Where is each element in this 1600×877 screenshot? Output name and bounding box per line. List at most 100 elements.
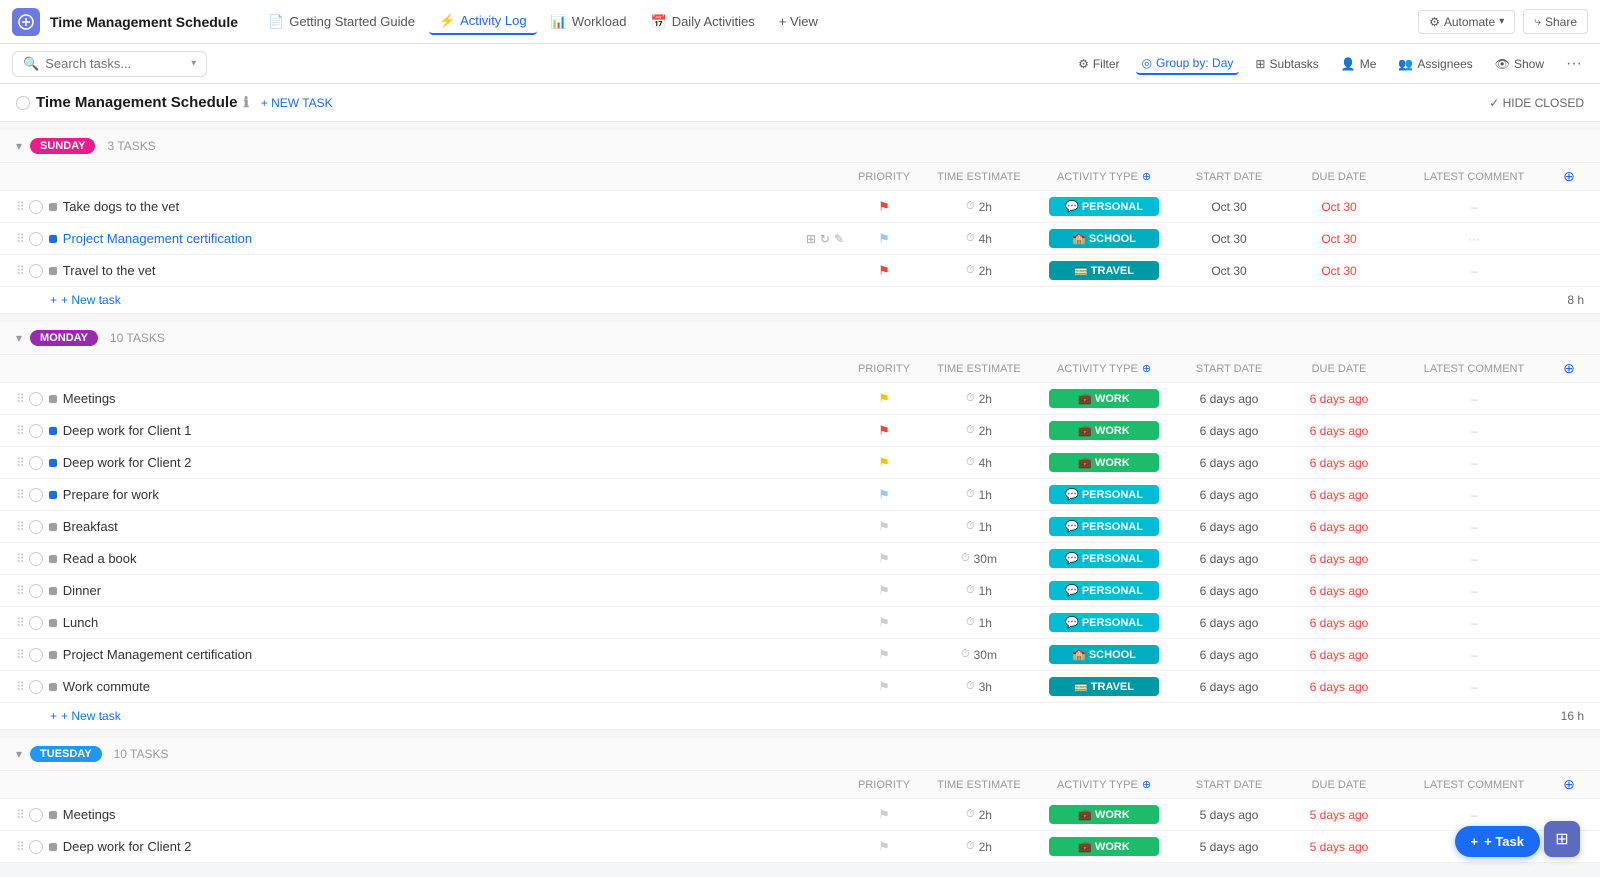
me-button[interactable]: 👤 Me [1335, 54, 1383, 74]
priority-flag-blue[interactable]: ⚑ [878, 231, 890, 247]
priority-flag-yellow[interactable]: ⚑ [878, 455, 890, 471]
tab-view[interactable]: + View [769, 10, 828, 33]
info-icon[interactable]: ℹ [243, 94, 248, 111]
task-latest-comment: – [1394, 520, 1554, 534]
priority-flag-gray[interactable]: ⚑ [878, 647, 890, 663]
filter-button[interactable]: ⚙ Filter [1072, 54, 1125, 74]
activity-info-icon-mon[interactable]: ⊕ [1142, 362, 1151, 375]
task-checkbox[interactable] [29, 200, 43, 214]
drag-handle[interactable]: ⠿ [16, 456, 25, 470]
group-tuesday-header: ▾ TUESDAY 10 TASKS [0, 738, 1600, 771]
hide-closed-button[interactable]: ✓ HIDE CLOSED [1489, 96, 1584, 110]
task-checkbox[interactable] [29, 232, 43, 246]
collapse-sunday-button[interactable]: ▾ [16, 139, 22, 153]
collapse-monday-button[interactable]: ▾ [16, 331, 22, 345]
priority-flag-red[interactable]: ⚑ [878, 423, 890, 439]
task-checkbox[interactable] [29, 840, 43, 854]
drag-handle[interactable]: ⠿ [16, 392, 25, 406]
priority-flag-gray[interactable]: ⚑ [878, 679, 890, 695]
edit-icon[interactable]: ✎ [834, 232, 844, 246]
assignees-button[interactable]: 👥 Assignees [1392, 54, 1478, 74]
col-activity-header-tue: ACTIVITY TYPE ⊕ [1034, 778, 1174, 791]
drag-handle[interactable]: ⠿ [16, 264, 25, 278]
task-checkbox[interactable] [29, 520, 43, 534]
task-checkbox[interactable] [29, 488, 43, 502]
priority-flag-blue[interactable]: ⚑ [878, 487, 890, 503]
col-add-tuesday[interactable]: ⊕ [1554, 776, 1584, 793]
drag-handle[interactable]: ⠿ [16, 232, 25, 246]
toolbar-right: ⚙ Filter ◎ Group by: Day ⊞ Subtasks 👤 Me… [1072, 52, 1588, 76]
task-checkbox[interactable] [29, 456, 43, 470]
activity-icon: ⚡ [439, 13, 455, 29]
share-button[interactable]: ⤷ Share [1523, 9, 1588, 34]
add-task-floating-button[interactable]: + + Task [1455, 826, 1540, 857]
priority-flag-gray[interactable]: ⚑ [878, 519, 890, 535]
drag-handle[interactable]: ⠿ [16, 840, 25, 854]
priority-flag-gray[interactable]: ⚑ [878, 615, 890, 631]
sunday-new-task-row[interactable]: + + New task 8 h [0, 287, 1600, 314]
search-input[interactable] [45, 56, 185, 71]
priority-flag-gray[interactable]: ⚑ [878, 807, 890, 823]
automate-button[interactable]: ⚙ Automate ▾ [1418, 10, 1515, 34]
drag-handle[interactable]: ⠿ [16, 424, 25, 438]
subtasks-button[interactable]: ⊞ Subtasks [1249, 54, 1324, 74]
task-name[interactable]: Project Management certification [63, 231, 800, 246]
task-start-date: 6 days ago [1174, 552, 1284, 566]
retry-icon[interactable]: ↻ [820, 232, 830, 246]
priority-flag-gray[interactable]: ⚑ [878, 551, 890, 567]
task-checkbox[interactable] [29, 808, 43, 822]
search-box[interactable]: 🔍 ▾ [12, 51, 207, 77]
task-priority: ⚑ [844, 199, 924, 215]
grid-view-floating-button[interactable]: ⊞ [1544, 821, 1580, 857]
task-color-indicator [49, 555, 57, 563]
drag-handle[interactable]: ⠿ [16, 584, 25, 598]
drag-handle[interactable]: ⠿ [16, 616, 25, 630]
drag-handle[interactable]: ⠿ [16, 488, 25, 502]
drag-handle[interactable]: ⠿ [16, 552, 25, 566]
priority-flag-gray[interactable]: ⚑ [878, 583, 890, 599]
priority-flag-red[interactable]: ⚑ [878, 263, 890, 279]
task-checkbox[interactable] [29, 552, 43, 566]
monday-column-headers: PRIORITY TIME ESTIMATE ACTIVITY TYPE ⊕ S… [0, 355, 1600, 383]
tab-workload[interactable]: 📊 Workload [541, 10, 637, 34]
task-checkbox[interactable] [29, 584, 43, 598]
task-checkbox[interactable] [29, 680, 43, 694]
group-by-button[interactable]: ◎ Group by: Day [1136, 53, 1240, 75]
priority-flag-gray[interactable]: ⚑ [878, 839, 890, 855]
more-options-button[interactable]: ··· [1560, 52, 1588, 76]
tab-getting-started[interactable]: 📄 Getting Started Guide [258, 10, 425, 34]
drag-handle[interactable]: ⠿ [16, 648, 25, 662]
tab-activity-log[interactable]: ⚡ Activity Log [429, 9, 537, 35]
priority-flag-red[interactable]: ⚑ [878, 199, 890, 215]
grid-icon: ⊞ [1555, 829, 1568, 849]
activity-info-icon[interactable]: ⊕ [1142, 170, 1151, 183]
col-due-header-mon: DUE DATE [1284, 363, 1394, 375]
task-checkbox[interactable] [29, 424, 43, 438]
drag-handle[interactable]: ⠿ [16, 808, 25, 822]
task-checkbox[interactable] [29, 264, 43, 278]
drag-handle[interactable]: ⠿ [16, 520, 25, 534]
task-checkbox[interactable] [29, 616, 43, 630]
monday-new-task-row[interactable]: + + New task 16 h [0, 703, 1600, 730]
drag-handle[interactable]: ⠿ [16, 680, 25, 694]
clock-icon: ⏱ [961, 648, 970, 661]
activity-info-icon-tue[interactable]: ⊕ [1142, 778, 1151, 791]
task-activity: 💬 PERSONAL [1034, 549, 1174, 568]
page-toggle[interactable] [16, 96, 30, 110]
new-task-button[interactable]: + NEW TASK [261, 96, 333, 110]
group-sunday-header: ▾ SUNDAY 3 TASKS [0, 130, 1600, 163]
task-time: ⏱2h [924, 808, 1034, 822]
priority-flag-yellow[interactable]: ⚑ [878, 391, 890, 407]
assignees-icon: 👥 [1398, 57, 1413, 71]
drag-handle[interactable]: ⠿ [16, 200, 25, 214]
table-row: ⠿ Read a book ⚑ ⏱30m 💬 PERSONAL 6 days a… [0, 543, 1600, 575]
subtask-icon[interactable]: ⊞ [806, 232, 816, 246]
task-checkbox[interactable] [29, 392, 43, 406]
show-button[interactable]: 👁 Show [1489, 54, 1550, 74]
col-add-sunday[interactable]: ⊕ [1554, 168, 1584, 185]
col-add-monday[interactable]: ⊕ [1554, 360, 1584, 377]
collapse-tuesday-button[interactable]: ▾ [16, 747, 22, 761]
task-color-indicator [49, 811, 57, 819]
tab-daily-activities[interactable]: 📅 Daily Activities [641, 10, 765, 34]
task-checkbox[interactable] [29, 648, 43, 662]
